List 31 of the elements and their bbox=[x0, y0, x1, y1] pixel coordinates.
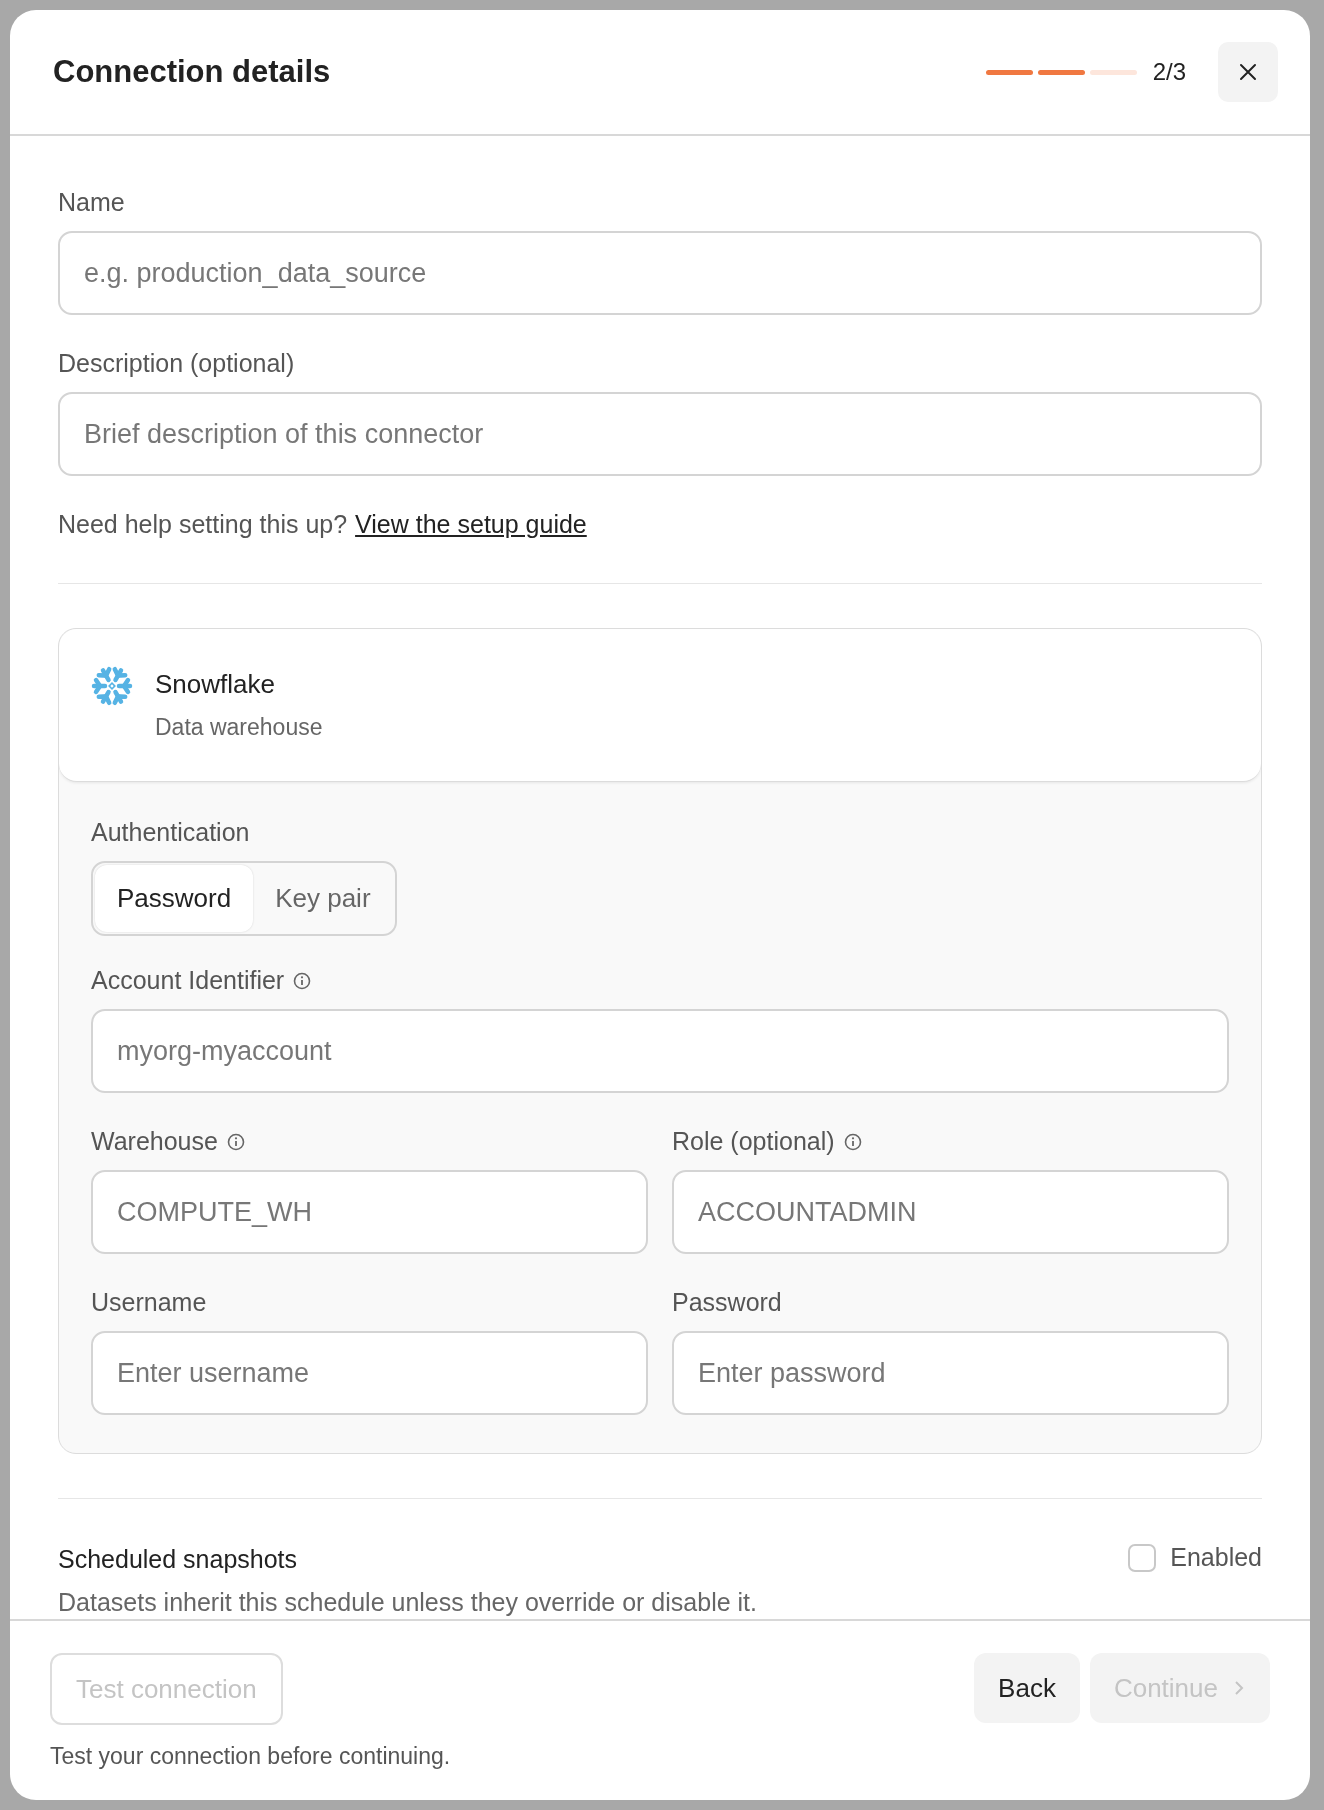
field-label: Description (optional) bbox=[58, 349, 295, 378]
input-field[interactable]: COMPUTE_WH bbox=[91, 1170, 648, 1254]
field-label: Name bbox=[58, 188, 125, 217]
step-counter: 2/3 bbox=[1152, 58, 1186, 86]
connector-name: Snowflake bbox=[155, 669, 276, 700]
field-label: Username bbox=[91, 1288, 207, 1317]
field-label: Password bbox=[672, 1288, 782, 1317]
checkbox[interactable] bbox=[1128, 1543, 1157, 1572]
checkbox-label: Enabled bbox=[1170, 1543, 1262, 1572]
input-field[interactable]: Enter password bbox=[672, 1331, 1229, 1415]
back-button[interactable]: Back bbox=[974, 1653, 1080, 1723]
setup-guide-link[interactable]: View the setup guide bbox=[355, 510, 587, 539]
help-text: Need help setting this up? bbox=[58, 510, 348, 539]
auth-tab[interactable]: Password bbox=[95, 865, 254, 932]
section-description: Datasets inherit this schedule unless they override or disable it. bbox=[58, 1588, 758, 1617]
field-label: Warehouse bbox=[91, 1127, 218, 1156]
field-label: Authentication bbox=[91, 818, 251, 847]
snowflake-icon bbox=[91, 665, 133, 707]
input-field[interactable]: Brief description of this connector bbox=[58, 392, 1262, 476]
input-field[interactable]: Enter username bbox=[91, 1331, 648, 1415]
section-title: Scheduled snapshots bbox=[58, 1545, 299, 1574]
auth-tab[interactable]: Key pair bbox=[253, 865, 393, 932]
input-field[interactable]: e.g. production_data_source bbox=[58, 231, 1262, 315]
close-button[interactable] bbox=[1218, 42, 1278, 102]
field-label: Account Identifier bbox=[91, 966, 285, 995]
field-label: Role (optional) bbox=[672, 1127, 835, 1156]
input-field[interactable]: ACCOUNTADMIN bbox=[672, 1170, 1229, 1254]
dialog-title: Connection details bbox=[53, 54, 332, 90]
footer-hint: Test your connection before continuing. bbox=[50, 1743, 451, 1770]
input-field[interactable]: myorg-myaccount bbox=[91, 1009, 1229, 1093]
connector-type: Data warehouse bbox=[155, 714, 323, 741]
